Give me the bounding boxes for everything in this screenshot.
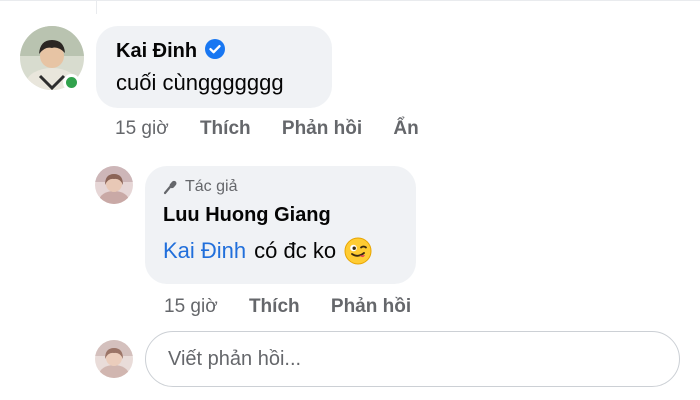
reply-reply-button[interactable]: Phản hồi xyxy=(331,296,411,317)
reply-bubble: Tác giả Luu Huong Giang Kai Đinh có đc k… xyxy=(145,166,416,284)
previous-thread-divider xyxy=(0,0,700,15)
reply-button[interactable]: Phản hồi xyxy=(282,118,362,139)
comment-bubble: Kai Đinh cuối cùnggggggg xyxy=(96,26,332,108)
hide-button[interactable]: Ẩn xyxy=(393,118,418,139)
reply-input-placeholder: Viết phản hồi... xyxy=(168,347,302,370)
reply-author-name[interactable]: Luu Huong Giang xyxy=(163,204,398,227)
comment-actions: 15 giờ Thích Phản hồi Ẩn xyxy=(115,118,445,140)
reply-like-button[interactable]: Thích xyxy=(249,296,300,317)
reply-input[interactable]: Viết phản hồi... xyxy=(145,331,680,387)
online-status-icon xyxy=(63,74,80,91)
comment-author-name[interactable]: Kai Đinh xyxy=(116,40,197,63)
like-button[interactable]: Thích xyxy=(200,118,251,139)
reply-author-avatar[interactable] xyxy=(95,166,133,204)
author-badge: Tác giả xyxy=(163,178,398,196)
microphone-icon xyxy=(163,179,185,195)
reply-text: có đc ko xyxy=(254,238,337,263)
author-badge-label: Tác giả xyxy=(185,178,238,195)
reply-timestamp[interactable]: 15 giờ xyxy=(164,296,218,317)
verified-badge-icon xyxy=(205,38,226,64)
current-user-avatar xyxy=(95,340,133,378)
mention-link[interactable]: Kai Đinh xyxy=(163,238,246,264)
comment-text: cuối cùnggggggg xyxy=(116,70,284,95)
comment-timestamp[interactable]: 15 giờ xyxy=(115,118,169,139)
winking-tongue-emoji-icon xyxy=(344,237,372,265)
reply-actions: 15 giờ Thích Phản hồi xyxy=(164,296,437,318)
